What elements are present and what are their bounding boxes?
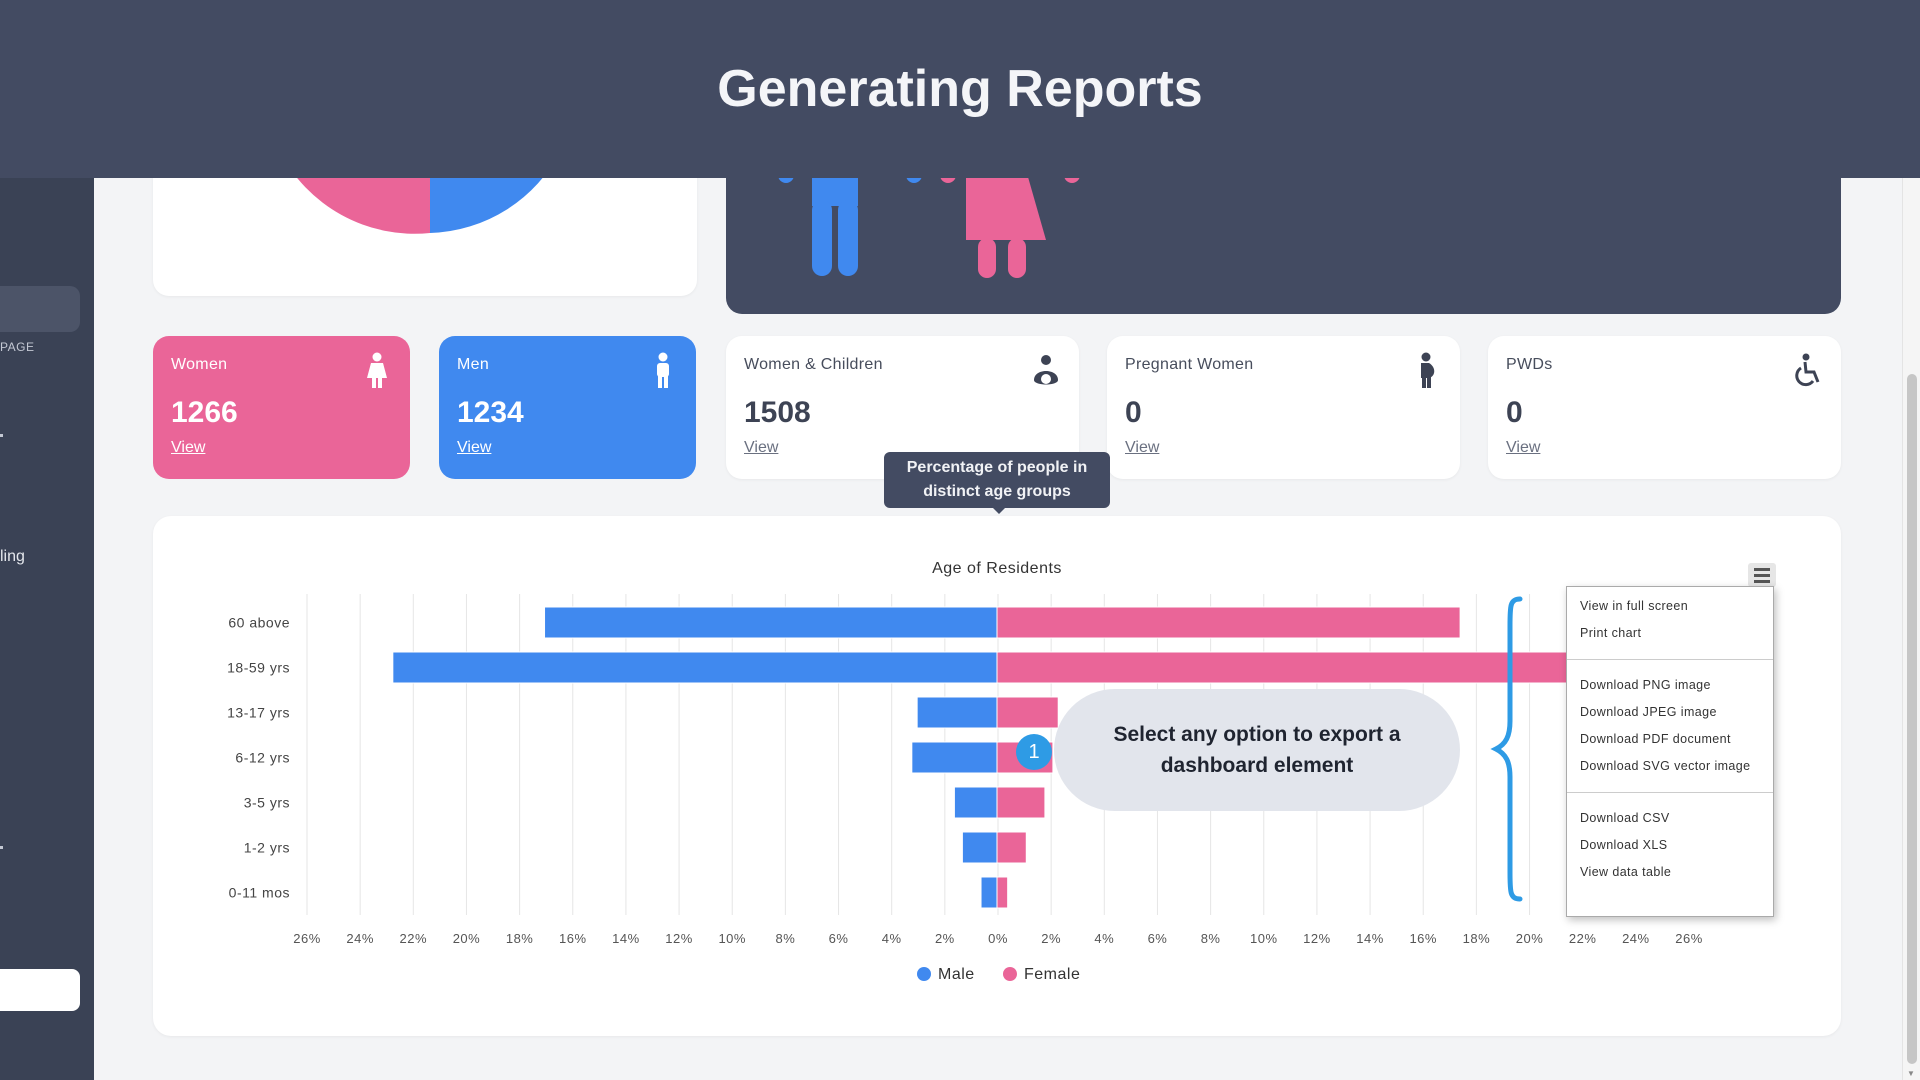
page-scrollbar[interactable]: ▼ [1902,178,1920,1080]
x-tick-label: 20% [1516,931,1544,946]
x-tick-label: 22% [400,931,428,946]
y-category-label: 13-17 yrs [227,705,290,721]
sidebar-section-label: PAGE [0,340,35,354]
stat-card-women: Women 1266 View [153,336,410,479]
bar-female[interactable] [996,786,1046,819]
bar-male[interactable] [980,876,998,909]
y-category-label: 18-59 yrs [227,660,290,676]
sidebar-search-field[interactable] [0,969,80,1011]
x-tick-label: 18% [506,931,534,946]
pregnant-woman-icon [1421,352,1435,388]
bar-male[interactable] [953,786,998,819]
menu-separator [1567,792,1773,793]
view-women-children-link[interactable]: View [744,439,778,457]
x-tick-label: 4% [1094,931,1114,946]
x-tick-label: 20% [453,931,481,946]
woman-figure-icon [966,170,1046,240]
menu-download-pdf[interactable]: Download PDF document [1567,726,1773,753]
menu-print-chart[interactable]: Print chart [1567,620,1773,647]
x-tick-label: 16% [559,931,587,946]
menu-download-png[interactable]: Download PNG image [1567,672,1773,699]
mother-child-icon [1034,355,1058,385]
x-tick-label: 2% [1041,931,1061,946]
view-men-link[interactable]: View [457,439,491,457]
x-tick-label: 12% [665,931,693,946]
sidebar-bullet [0,846,3,849]
menu-separator [1567,659,1773,660]
y-category-label: 1-2 yrs [244,840,290,856]
x-tick-label: 18% [1463,931,1491,946]
x-tick-label: 6% [829,931,849,946]
bar-female[interactable] [996,696,1059,729]
bar-male[interactable] [544,606,998,639]
legend-label[interactable]: Female [1024,966,1080,983]
menu-download-csv[interactable]: Download CSV [1567,805,1773,832]
x-tick-label: 0% [988,931,1008,946]
x-tick-label: 16% [1409,931,1437,946]
sidebar-bullet [0,434,3,437]
menu-view-full-screen[interactable]: View in full screen [1567,593,1773,620]
x-tick-label: 2% [935,931,955,946]
wheelchair-icon [1795,353,1820,387]
x-tick-label: 14% [1356,931,1384,946]
step-number-badge: 1 [1016,734,1052,770]
legend-marker[interactable] [1003,967,1017,981]
x-tick-label: 8% [1201,931,1221,946]
x-tick-label: 24% [1622,931,1650,946]
x-tick-label: 12% [1303,931,1331,946]
man-icon [657,352,669,388]
view-pregnant-women-link[interactable]: View [1125,439,1159,457]
stat-card-pregnant-women: Pregnant Women 0 View [1107,336,1460,479]
x-tick-label: 22% [1569,931,1597,946]
x-tick-label: 10% [1250,931,1278,946]
y-category-label: 3-5 yrs [244,795,290,811]
hamburger-icon [1754,567,1770,571]
bar-female[interactable] [996,831,1027,864]
x-tick-label: 24% [346,931,374,946]
x-tick-label: 8% [775,931,795,946]
x-tick-label: 4% [882,931,902,946]
x-tick-label: 10% [718,931,746,946]
page-header: Generating Reports [0,0,1920,178]
x-tick-label: 14% [612,931,640,946]
woman-icon [367,352,387,388]
view-women-link[interactable]: View [171,439,205,457]
bar-male[interactable] [392,651,998,684]
bar-female[interactable] [996,876,1009,909]
chart-title: Age of Residents [932,560,1062,577]
x-tick-label: 6% [1148,931,1168,946]
y-category-label: 6-12 yrs [235,750,290,766]
chart-info-tooltip: Percentage of people in distinct age gro… [884,452,1110,508]
x-tick-label: 26% [1675,931,1703,946]
bar-male[interactable] [961,831,998,864]
sidebar-item-label[interactable]: ling [0,548,25,566]
scrollbar-thumb[interactable] [1907,374,1917,1064]
menu-view-data-table[interactable]: View data table [1567,859,1773,886]
stat-card-pwds: PWDs 0 View [1488,336,1841,479]
menu-download-jpeg[interactable]: Download JPEG image [1567,699,1773,726]
y-category-label: 60 above [228,615,290,631]
legend-marker[interactable] [917,967,931,981]
bar-female[interactable] [996,606,1461,639]
bar-male[interactable] [916,696,998,729]
page-title: Generating Reports [717,60,1203,118]
menu-brace-annotation [1490,596,1523,902]
sidebar-active-item[interactable] [0,286,80,332]
chart-export-menu: View in full screen Print chart Download… [1566,586,1774,917]
x-tick-label: 26% [293,931,321,946]
stat-card-men: Men 1234 View [439,336,696,479]
menu-download-xls[interactable]: Download XLS [1567,832,1773,859]
legend-label[interactable]: Male [938,966,975,983]
bar-male[interactable] [911,741,998,774]
tooltip-pointer [991,506,1007,514]
man-figure-icon [812,200,832,276]
scroll-down-arrow-icon[interactable]: ▼ [1907,1069,1915,1078]
instruction-callout: Select any option to export a dashboard … [1054,689,1460,811]
chart-menu-button[interactable] [1748,563,1776,587]
view-pwds-link[interactable]: View [1506,439,1540,457]
menu-download-svg[interactable]: Download SVG vector image [1567,753,1773,780]
y-category-label: 0-11 mos [229,885,290,901]
